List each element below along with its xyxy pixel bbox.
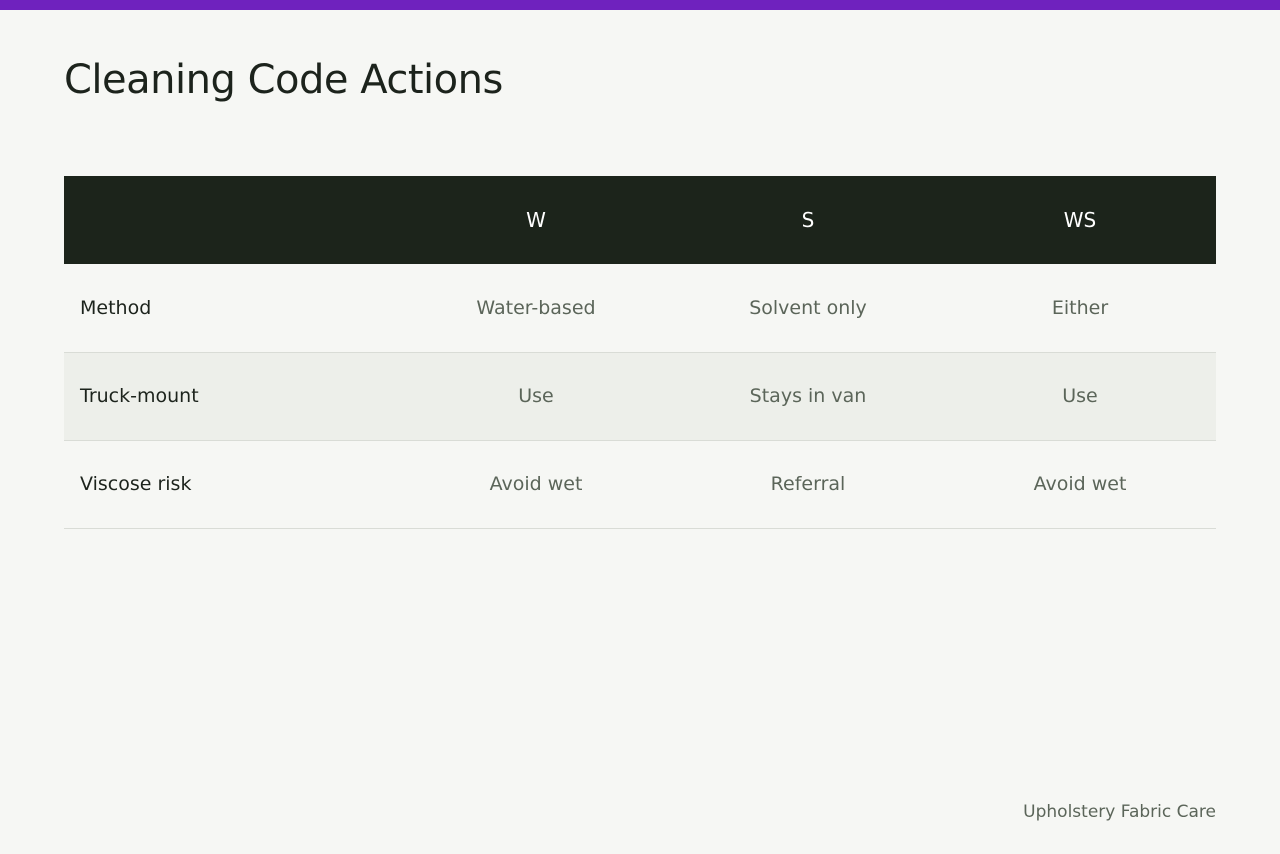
table-row-viscose-risk: Viscose risk Avoid wet Referral Avoid we…	[64, 440, 1216, 528]
cleaning-code-table: W S WS Method Water-based Solvent only E…	[64, 176, 1216, 529]
column-header-ws: WS	[1063, 208, 1097, 232]
table-cell: Solvent only	[749, 296, 867, 319]
column-header-s: S	[801, 208, 815, 232]
footer-brand: Upholstery Fabric Care	[1023, 802, 1216, 822]
column-header-w: W	[526, 208, 546, 232]
table-row-method: Method Water-based Solvent only Either	[64, 264, 1216, 352]
page-title: Cleaning Code Actions	[64, 57, 503, 103]
table-cell: Avoid wet	[489, 473, 583, 495]
table-cell: Either	[1051, 296, 1109, 319]
row-label: Method	[80, 296, 152, 319]
table-cell: Avoid wet	[1033, 473, 1127, 495]
table-cell: Use	[1062, 385, 1098, 407]
row-label: Truck-mount	[80, 385, 199, 407]
table-cell: Water-based	[476, 296, 596, 319]
comparison-table: W S WS Method Water-based Solvent only E…	[64, 176, 1216, 529]
top-accent-bar	[0, 0, 1280, 10]
table-cell: Stays in van	[749, 385, 867, 407]
table-cell: Use	[518, 385, 554, 407]
table-header-row: W S WS	[64, 176, 1216, 264]
table-row-truck-mount: Truck-mount Use Stays in van Use	[64, 352, 1216, 440]
table-cell: Referral	[770, 473, 846, 495]
row-label: Viscose risk	[80, 473, 192, 495]
header-corner-cell	[64, 176, 400, 264]
